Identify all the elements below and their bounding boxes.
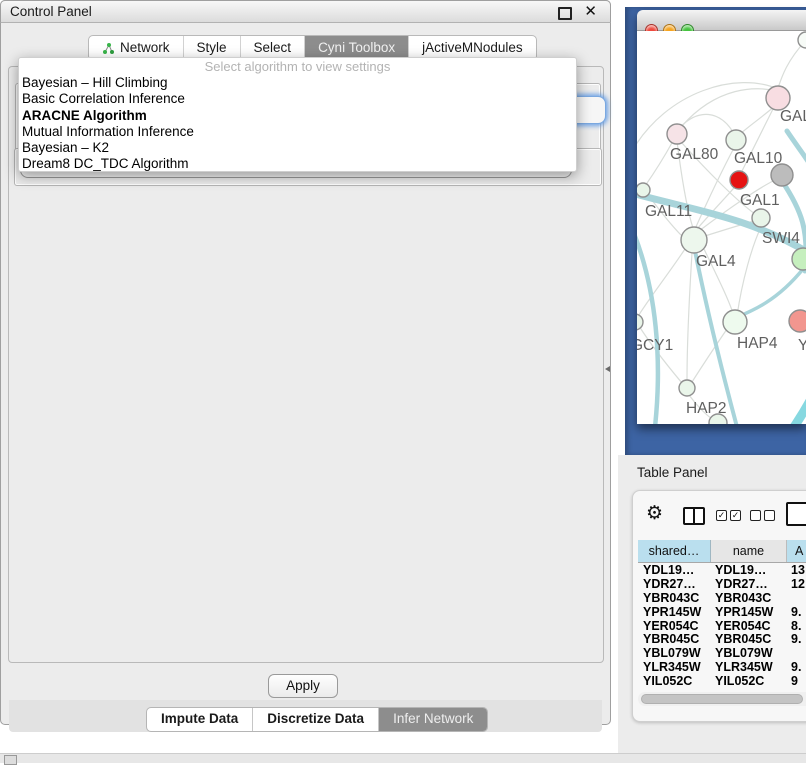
node-gal4[interactable] — [681, 227, 707, 253]
table-body[interactable]: YDL19…YDL19…13 YDR27…YDR27…12 YBR043CYBR… — [638, 564, 806, 687]
node-label: HAP2 — [686, 400, 727, 417]
show-columns-icon[interactable] — [683, 507, 705, 525]
node-label: SWI4 — [762, 230, 800, 247]
table-row[interactable]: YBR043CYBR043C — [638, 592, 806, 606]
network-canvas[interactable]: GAL7 GAL80 GAL10 GAL11 GAL1 SWI4 GAL4 GC… — [637, 31, 806, 424]
apply-button[interactable]: Apply — [268, 674, 338, 698]
table-row[interactable]: YBL079WYBL079W — [638, 647, 806, 661]
column-header-partial[interactable]: A — [787, 540, 806, 562]
close-icon[interactable]: ✕ — [584, 2, 597, 20]
gear-icon[interactable]: ⚙ — [646, 504, 663, 523]
table-header: shared… name A — [638, 540, 806, 563]
column-header-name[interactable]: name — [711, 540, 787, 562]
table-row[interactable]: YIL052CYIL052C9 — [638, 675, 806, 687]
algorithm-placeholder: Select algorithm to view settings — [19, 58, 576, 75]
network-icon — [102, 42, 115, 55]
table-row[interactable]: YDR27…YDR27…12 — [638, 578, 806, 592]
column-header-shared-name[interactable]: shared… — [638, 540, 711, 562]
node-gal7[interactable] — [766, 86, 790, 110]
table-panel-region: Table Panel ⚙ ✓ ✓ shared… name A YDL19…Y… — [618, 455, 806, 762]
node-swi4[interactable] — [792, 248, 806, 270]
cyni-mode-tabs: Impute Data Discretize Data Infer Networ… — [146, 707, 488, 732]
node-y[interactable] — [789, 310, 806, 332]
node-gray[interactable] — [771, 164, 793, 186]
tab-impute-data[interactable]: Impute Data — [147, 708, 252, 731]
node-unlabeled[interactable] — [798, 32, 806, 48]
node-label: Y — [798, 337, 806, 354]
algorithm-option[interactable]: Bayesian – Hill Climbing — [19, 75, 576, 91]
algorithm-dropdown-popup: Select algorithm to view settings Bayesi… — [18, 57, 577, 172]
node-gcy1[interactable] — [637, 314, 643, 330]
table-horizontal-scrollbar[interactable] — [638, 692, 806, 706]
table-row[interactable]: YBR045CYBR045C9. — [638, 633, 806, 647]
tab-discretize-data[interactable]: Discretize Data — [252, 708, 378, 731]
unselect-all-columns-icon[interactable] — [750, 510, 775, 521]
node-gal80[interactable] — [667, 124, 687, 144]
algorithm-option-selected[interactable]: ARACNE Algorithm — [19, 108, 576, 124]
dock-mini-icon[interactable] — [4, 755, 17, 765]
node-label: GAL7 — [780, 108, 806, 125]
table-row[interactable]: YLR345WYLR345W9. — [638, 661, 806, 675]
node-label: GAL1 — [740, 192, 780, 209]
control-panel-titlebar[interactable]: Control Panel ✕ — [0, 0, 611, 23]
node-hap2[interactable] — [679, 380, 695, 396]
export-table-icon[interactable] — [786, 502, 806, 526]
node-label: HAP4 — [737, 335, 778, 352]
algorithm-option[interactable]: Mutual Information Inference — [19, 124, 576, 140]
algorithm-option[interactable]: Basic Correlation Inference — [19, 91, 576, 107]
node-gal11[interactable] — [637, 183, 650, 197]
network-window-titlebar[interactable] — [637, 10, 806, 31]
node-label: GAL4 — [696, 253, 736, 270]
tab-infer-network[interactable]: Infer Network — [378, 708, 487, 731]
node-table-card: ⚙ ✓ ✓ shared… name A YDL19…YDL19…13 YDR2… — [632, 490, 806, 722]
node-gal10[interactable] — [726, 130, 746, 150]
algorithm-option[interactable]: Dream8 DC_TDC Algorithm — [19, 156, 576, 172]
algorithm-option[interactable]: Bayesian – K2 — [19, 140, 576, 156]
node-label: GAL80 — [670, 146, 719, 163]
table-panel-title: Table Panel — [637, 465, 708, 480]
split-pane-handle-icon[interactable] — [605, 366, 610, 372]
node-label: GAL10 — [734, 150, 783, 167]
node-hap4[interactable] — [723, 310, 747, 334]
float-window-icon[interactable] — [558, 7, 572, 20]
table-row[interactable]: YDL19…YDL19…13 — [638, 564, 806, 578]
table-row[interactable]: YER054CYER054C8. — [638, 620, 806, 634]
node-red[interactable] — [730, 171, 748, 189]
table-row[interactable]: YPR145WYPR145W9. — [638, 606, 806, 620]
node-label: GAL11 — [645, 203, 692, 220]
node-label: GCY1 — [637, 337, 673, 354]
select-all-columns-icon[interactable]: ✓ ✓ — [716, 510, 741, 521]
node-gal1[interactable] — [752, 209, 770, 227]
control-panel-title: Control Panel — [10, 4, 92, 19]
